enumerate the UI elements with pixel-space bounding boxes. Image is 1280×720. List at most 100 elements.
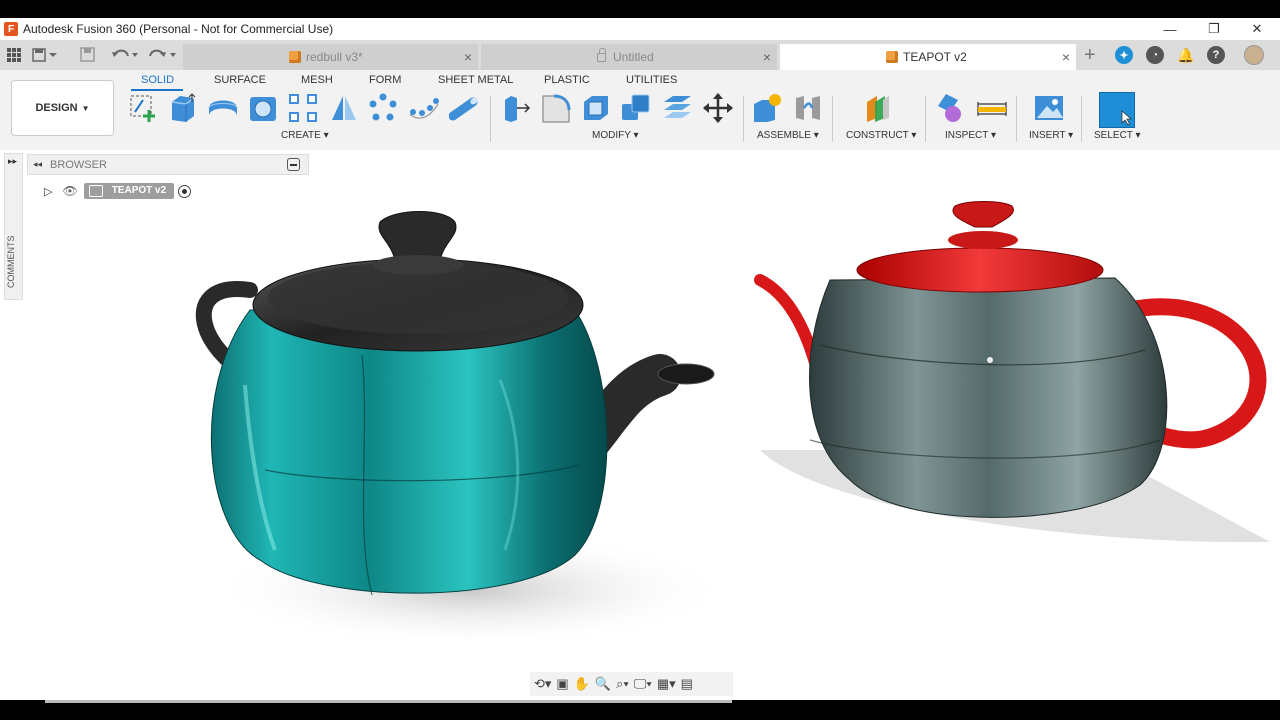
tab-label: redbull v3* <box>306 50 363 64</box>
component-icon <box>88 185 103 197</box>
browser-menu-icon[interactable] <box>287 158 300 171</box>
create-group-label[interactable]: CREATE ▾ <box>281 130 329 141</box>
tab-form[interactable]: FORM <box>369 74 401 86</box>
root-component-pill[interactable]: TEAPOT v2 <box>83 183 175 199</box>
close-tab-icon[interactable]: × <box>1062 49 1070 65</box>
maximize-button[interactable]: ❐ <box>1194 18 1234 40</box>
bottom-black-band <box>0 700 1280 720</box>
gray-teapot-body[interactable] <box>809 277 1168 518</box>
tab-sheet-metal[interactable]: SHEET METAL <box>438 74 513 86</box>
circular-pattern-icon[interactable] <box>367 92 399 124</box>
look-at-icon[interactable]: ▣ <box>556 676 568 692</box>
inspect-label-text: INSPECT <box>945 130 989 141</box>
browser-root-node[interactable]: ▷ 👁 TEAPOT v2 <box>40 181 205 201</box>
tab-surface[interactable]: SURFACE <box>214 74 266 86</box>
undo-icon[interactable] <box>110 46 138 64</box>
offset-face-icon[interactable] <box>661 92 693 124</box>
comments-strip[interactable]: ▸▸ COMMENTS <box>4 153 23 300</box>
insert-image-icon[interactable] <box>1033 92 1065 124</box>
new-tab-plus-icon[interactable]: + <box>1084 44 1096 66</box>
insert-group-label[interactable]: INSERT ▾ <box>1029 130 1073 141</box>
toolbar-separator <box>832 96 833 142</box>
measure-icon[interactable] <box>976 92 1008 124</box>
zoom-icon[interactable]: 🔍 <box>595 676 611 692</box>
user-avatar[interactable] <box>1244 45 1264 65</box>
assemble-group-label[interactable]: ASSEMBLE ▾ <box>757 130 819 141</box>
viewport-navigation-bar: ⟲▾ ▣ ✋ 🔍 ⌕▾ 🖵▾ ▦▾ ▤ <box>530 672 733 696</box>
interference-icon[interactable] <box>936 92 968 124</box>
select-group-label[interactable]: SELECT ▾ <box>1094 130 1141 141</box>
tab-untitled[interactable]: Untitled × <box>481 44 777 70</box>
rectangular-pattern-icon[interactable] <box>287 92 319 124</box>
title-bar: F Autodesk Fusion 360 (Personal - Not fo… <box>0 18 1280 40</box>
revolve-icon[interactable] <box>207 92 239 124</box>
modify-group-label[interactable]: MODIFY ▾ <box>592 130 639 141</box>
extensions-icon[interactable]: ✦ <box>1115 46 1133 64</box>
construct-label-text: CONSTRUCT <box>846 130 909 141</box>
close-window-button[interactable]: ✕ <box>1237 18 1277 40</box>
toolbar-separator <box>925 96 926 142</box>
gray-teapot-lid[interactable] <box>856 247 1104 293</box>
cube-icon <box>886 51 898 63</box>
grid-settings-icon[interactable]: ▦▾ <box>657 676 676 692</box>
close-tab-icon[interactable]: × <box>464 49 472 65</box>
tab-teapot[interactable]: TEAPOT v2 × <box>780 44 1076 70</box>
top-black-band <box>0 0 1280 18</box>
expand-panel-icon[interactable]: ▸▸ <box>8 156 17 167</box>
mirror-icon[interactable] <box>328 92 360 124</box>
insert-label-text: INSERT <box>1029 130 1066 141</box>
file-menu-icon[interactable] <box>32 46 58 64</box>
expand-node-icon[interactable]: ▷ <box>44 185 52 198</box>
fillet-icon[interactable] <box>540 92 572 124</box>
close-tab-icon[interactable]: × <box>763 49 771 65</box>
tab-plastic[interactable]: PLASTIC <box>544 74 590 86</box>
teal-teapot-body[interactable] <box>210 309 608 594</box>
tab-solid[interactable]: SOLID <box>141 74 174 86</box>
gray-teapot-knob[interactable] <box>952 201 1014 228</box>
orbit-icon[interactable]: ⟲▾ <box>534 676 551 692</box>
move-copy-icon[interactable] <box>702 92 734 124</box>
offset-plane-icon[interactable] <box>863 92 895 124</box>
save-icon[interactable] <box>80 46 96 64</box>
comments-label: COMMENTS <box>6 235 16 289</box>
minimize-button[interactable]: — <box>1150 18 1190 40</box>
job-status-icon[interactable]: ◔ <box>1146 46 1164 64</box>
construct-group-label[interactable]: CONSTRUCT ▾ <box>846 130 916 141</box>
pipe-icon[interactable] <box>449 92 481 124</box>
data-panel-grid-icon[interactable] <box>7 48 21 62</box>
tab-mesh[interactable]: MESH <box>301 74 333 86</box>
3d-viewport[interactable] <box>0 150 1280 700</box>
shell-icon[interactable] <box>580 92 612 124</box>
workspace-switcher-button[interactable]: DESIGN ▼ <box>11 80 114 136</box>
teal-teapot-model[interactable] <box>195 211 730 649</box>
extrude-icon[interactable] <box>166 92 198 124</box>
pattern-on-path-icon[interactable] <box>408 92 440 124</box>
visibility-eye-icon[interactable]: 👁 <box>62 184 77 198</box>
create-sketch-icon[interactable] <box>127 92 159 124</box>
ribbon-toolbar: DESIGN ▼ SOLID SURFACE MESH FORM SHEET M… <box>0 70 1280 150</box>
tab-utilities[interactable]: UTILITIES <box>626 74 677 86</box>
joint-icon[interactable] <box>792 92 824 124</box>
new-component-icon[interactable] <box>751 92 783 124</box>
gray-teapot-model[interactable] <box>754 201 1270 543</box>
notifications-bell-icon[interactable]: 🔔 <box>1177 46 1195 64</box>
fit-zoom-icon[interactable]: ⌕▾ <box>616 676 629 692</box>
combine-icon[interactable] <box>620 92 652 124</box>
hole-icon[interactable] <box>247 92 279 124</box>
create-label-text: CREATE <box>281 130 321 141</box>
display-settings-icon[interactable]: 🖵▾ <box>634 676 652 692</box>
dropdown-arrow-icon: ▼ <box>81 103 90 113</box>
help-icon[interactable]: ? <box>1207 46 1225 64</box>
press-pull-icon[interactable] <box>499 92 531 124</box>
inspect-group-label[interactable]: INSPECT ▾ <box>945 130 996 141</box>
lock-icon <box>597 47 606 62</box>
pan-hand-icon[interactable]: ✋ <box>574 676 590 692</box>
tab-redbull[interactable]: redbull v3* × <box>183 44 478 70</box>
viewports-icon[interactable]: ▤ <box>681 676 693 692</box>
activate-component-radio-icon[interactable] <box>178 184 192 198</box>
teal-teapot-knob[interactable] <box>378 211 457 261</box>
tab-label: Untitled <box>613 50 654 64</box>
select-tool-button[interactable] <box>1099 92 1135 128</box>
redo-icon[interactable] <box>148 46 176 64</box>
collapse-browser-icon[interactable]: ◂◂ <box>33 159 42 170</box>
